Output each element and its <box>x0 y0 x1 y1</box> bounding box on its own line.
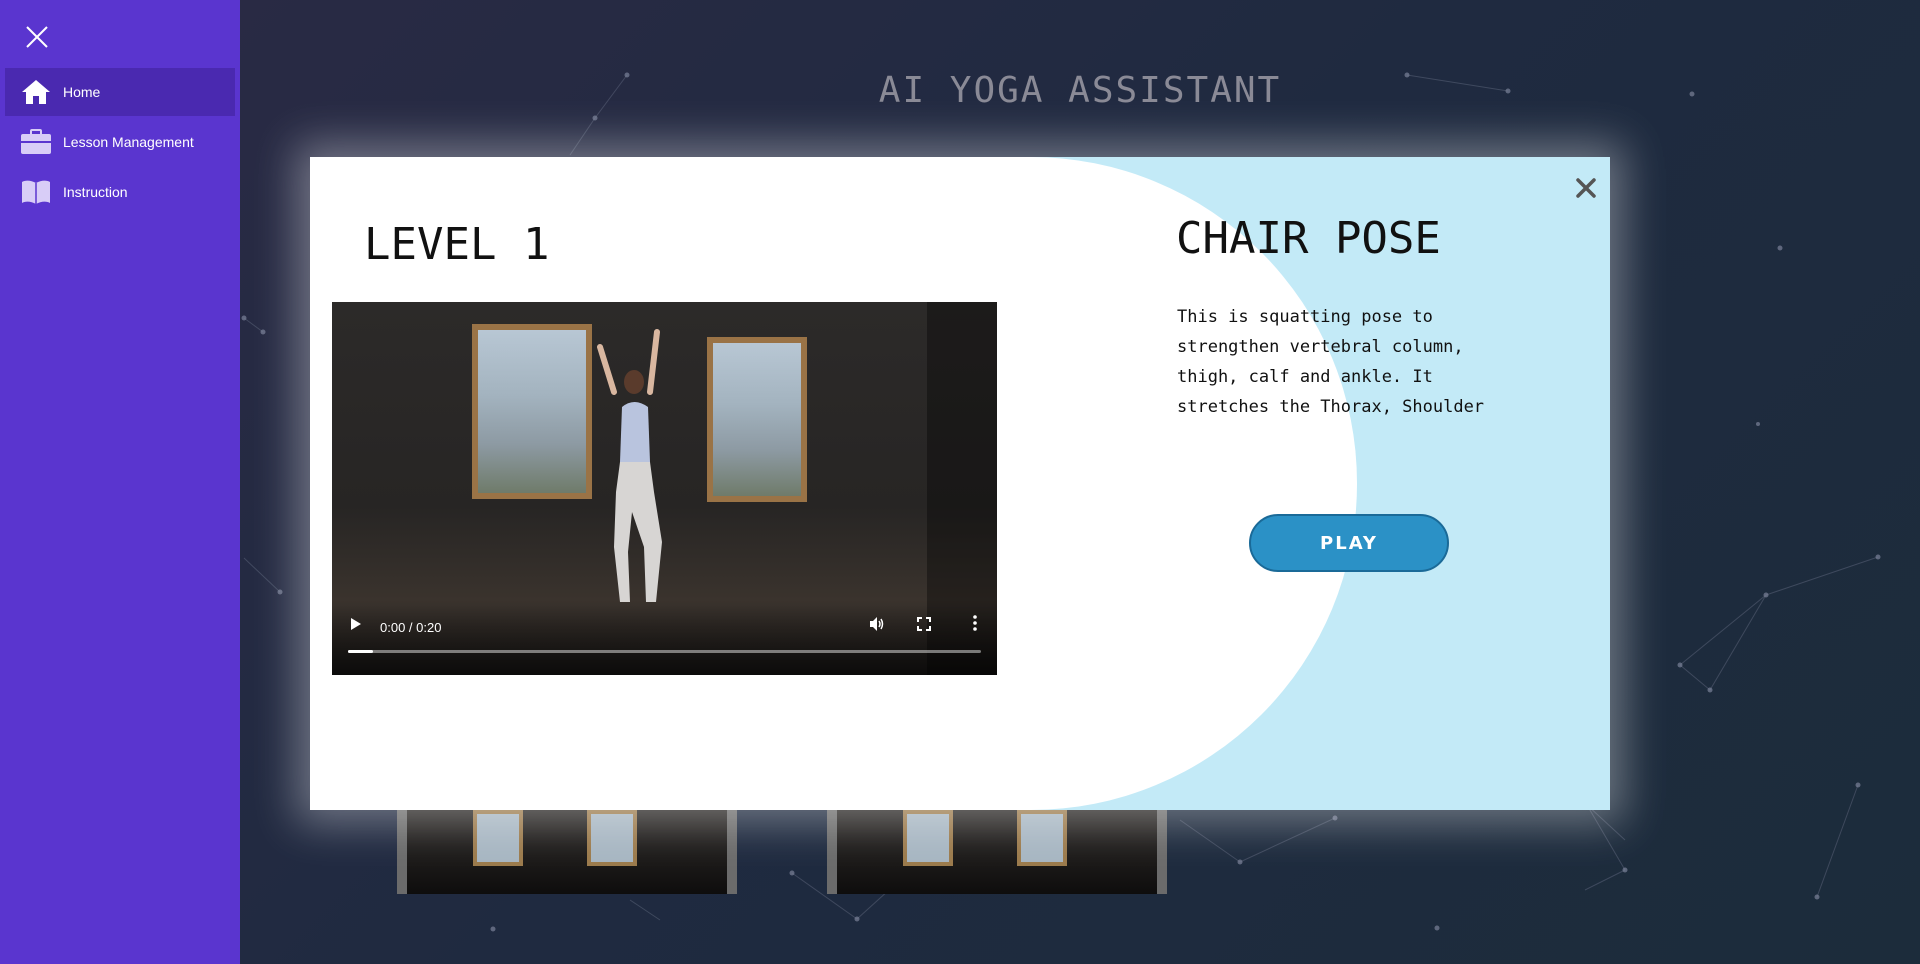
fullscreen-icon[interactable] <box>917 616 931 635</box>
briefcase-icon <box>20 128 52 156</box>
video-progress-bar[interactable] <box>348 650 981 653</box>
sidebar-item-label: Home <box>63 84 101 100</box>
sidebar-item-label: Instruction <box>63 184 128 200</box>
video-time: 0:00 / 0:20 <box>380 620 442 635</box>
sidebar-item-label: Lesson Management <box>63 134 194 150</box>
page-title: AI YOGA ASSISTANT <box>878 70 1282 111</box>
play-icon[interactable] <box>350 616 362 635</box>
close-icon[interactable] <box>22 22 52 52</box>
pose-title: CHAIR POSE <box>1176 213 1441 264</box>
pose-video[interactable]: 0:00 / 0:20 <box>332 302 997 675</box>
close-icon[interactable] <box>1570 172 1602 204</box>
pose-description: This is squatting pose to strengthen ver… <box>1177 307 1485 417</box>
sidebar-item-home[interactable]: Home <box>5 68 235 116</box>
pose-modal: LEVEL 1 0:00 / 0:20 CHAIR POSE This is s… <box>310 157 1610 810</box>
video-progress-fill <box>348 650 374 653</box>
level-title: LEVEL 1 <box>364 219 550 270</box>
sidebar-item-instruction[interactable]: Instruction <box>5 168 235 216</box>
home-icon <box>20 78 52 106</box>
more-options-icon[interactable] <box>973 615 977 635</box>
yoga-figure <box>597 329 662 602</box>
lesson-thumbnail[interactable] <box>397 798 737 894</box>
lesson-thumbnail[interactable] <box>827 798 1167 894</box>
video-scene-window <box>707 337 807 502</box>
book-icon <box>20 178 52 206</box>
sidebar-item-lesson-management[interactable]: Lesson Management <box>5 118 235 166</box>
play-button[interactable]: PLAY <box>1249 514 1449 572</box>
volume-icon[interactable] <box>869 616 885 636</box>
sidebar: Home Lesson Management Instruction <box>0 0 240 964</box>
